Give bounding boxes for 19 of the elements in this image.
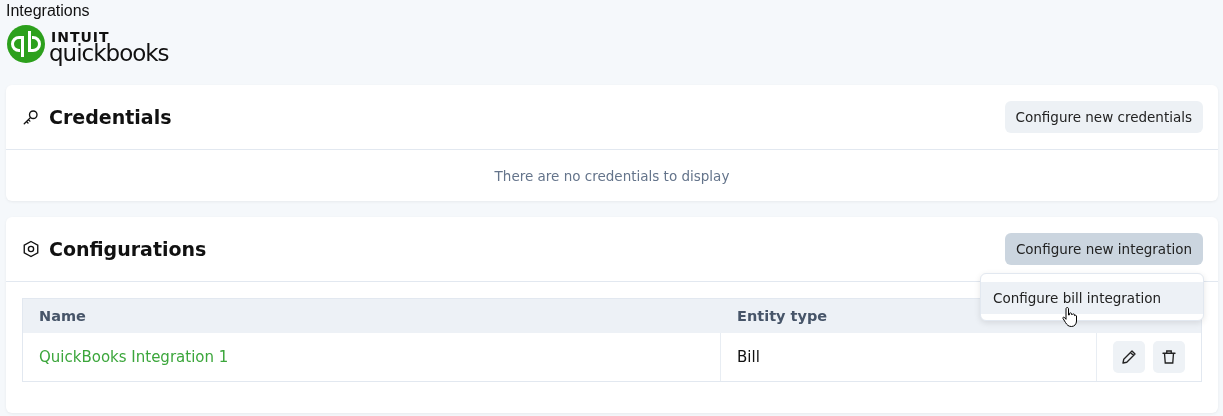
section-title: Configurations <box>49 238 207 260</box>
key-icon <box>22 108 40 126</box>
logo-icon <box>6 24 46 64</box>
column-header: Entity type <box>737 308 828 324</box>
menu-item[interactable]: Configure bill integration <box>981 282 1203 314</box>
empty-message: There are no credentials to display <box>493 167 731 186</box>
delete-button[interactable] <box>1153 341 1185 373</box>
edit-button[interactable] <box>1113 341 1145 373</box>
logo-brand: INTUIT <box>51 29 110 44</box>
column-header: Name <box>39 308 86 324</box>
pencil-icon <box>1120 348 1138 366</box>
logo-product: quickbooks <box>49 41 169 65</box>
table-cell: Bill <box>737 348 760 366</box>
page-title: Integrations <box>6 1 91 21</box>
hexagon-icon <box>22 240 40 258</box>
section-title: Credentials <box>49 106 172 128</box>
trash-icon <box>1160 348 1178 366</box>
configure-credentials-button[interactable]: Configure new credentials <box>1004 101 1203 133</box>
configure-integration-button[interactable]: Configure new integration <box>1004 233 1203 265</box>
